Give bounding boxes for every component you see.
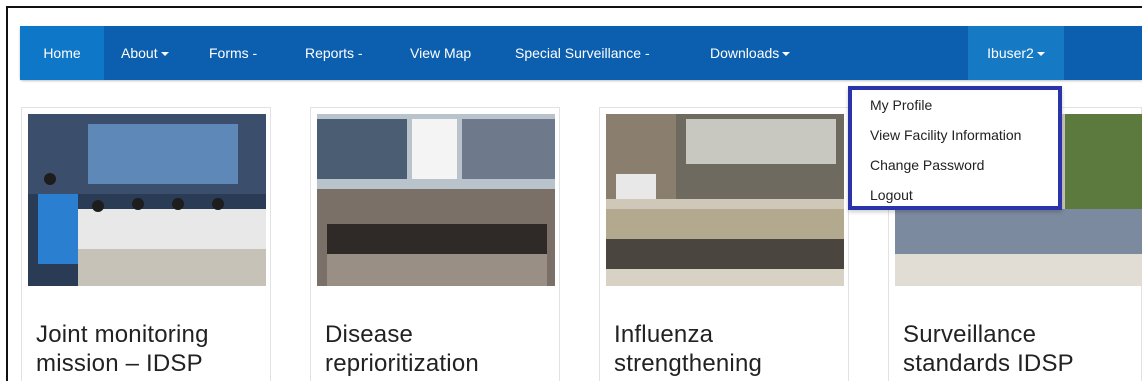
nav-reports-label: Reports - [305,45,363,61]
nav-forms[interactable]: Forms - [209,26,257,80]
card-title-line: strengthening [614,350,763,377]
nav-downloads[interactable]: Downloads [710,26,791,80]
card-title-line: standards IDSP [903,350,1074,377]
nav-special-surveillance[interactable]: Special Surveillance - [515,26,650,80]
main-navbar: Home About Forms - Reports - View Map Sp… [20,26,1142,80]
card-title[interactable]: Influenza strengthening [614,320,844,378]
card-image [317,114,555,286]
card-title-line: Disease [325,321,414,348]
menu-item-change-password[interactable]: Change Password [870,157,984,173]
card-title-line: Surveillance [903,321,1037,348]
nav-downloads-label: Downloads [710,45,780,61]
nav-user-label: Ibuser2 [987,45,1034,61]
nav-view-map[interactable]: View Map [410,26,471,80]
nav-reports[interactable]: Reports - [305,26,363,80]
nav-forms-label: Forms - [209,45,258,61]
card-image [28,114,266,286]
card-title-line: Joint monitoring [36,321,209,348]
card-title-line: mission – IDSP [36,350,203,377]
nav-special-surveillance-label: Special Surveillance - [515,45,650,61]
news-card[interactable]: Joint monitoring mission – IDSP [21,107,271,381]
card-title-line: Influenza [614,321,714,348]
nav-view-map-label: View Map [410,45,472,61]
card-image [606,114,844,286]
news-card[interactable]: Influenza strengthening [599,107,849,381]
nav-home-label: Home [43,45,81,61]
menu-item-my-profile[interactable]: My Profile [870,97,932,113]
card-title[interactable]: Surveillance standards IDSP [903,320,1133,378]
card-title[interactable]: Disease reprioritization [325,320,555,378]
user-dropdown-menu: My Profile View Facility Information Cha… [848,86,1062,210]
news-card[interactable]: Disease reprioritization [310,107,560,381]
nav-user-menu[interactable]: Ibuser2 [968,26,1064,80]
chevron-down-icon [160,52,169,57]
menu-item-logout[interactable]: Logout [870,187,913,203]
card-title-line: reprioritization [325,350,479,377]
chevron-down-icon [1036,52,1045,57]
menu-item-view-facility-information[interactable]: View Facility Information [870,127,1021,143]
card-title[interactable]: Joint monitoring mission – IDSP [36,320,266,378]
nav-home[interactable]: Home [20,26,104,80]
nav-about-label: About [121,45,158,61]
chevron-down-icon [782,52,791,57]
nav-about[interactable]: About [121,26,169,80]
